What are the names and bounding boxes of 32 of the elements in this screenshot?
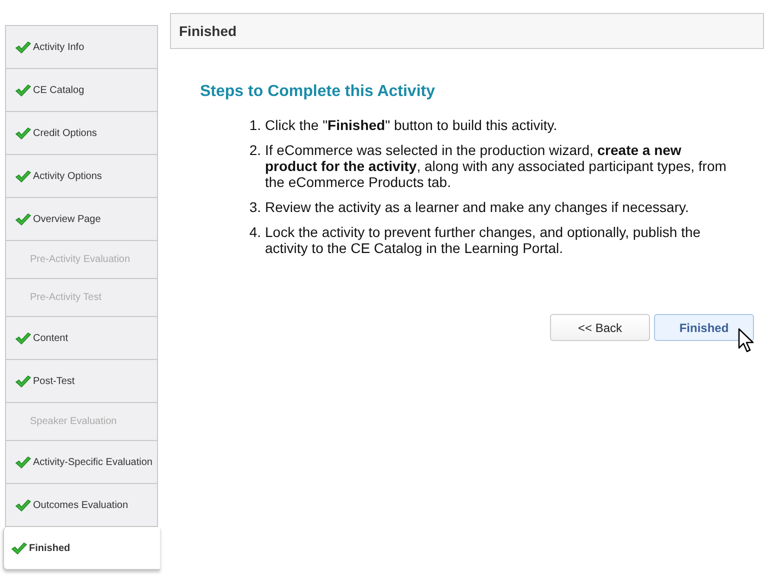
check-icon [15, 456, 31, 468]
check-icon [15, 332, 31, 344]
check-icon [15, 40, 31, 54]
section-heading: Steps to Complete this Activity [200, 83, 436, 101]
wizard-step[interactable]: Activity Options [5, 155, 158, 198]
step-number: 3. [248, 199, 261, 215]
check-icon [15, 126, 31, 140]
wizard-step[interactable]: Finished [3, 527, 160, 570]
check-icon [15, 498, 31, 512]
step-text: Lock the activity to prevent further changes, and optionally, publish the activity to the CE Catalog in the Learning Portal. [265, 224, 702, 256]
finish-button[interactable]: Finished [654, 314, 754, 341]
check-icon [15, 84, 31, 96]
check-icon [15, 212, 31, 226]
check-icon [15, 170, 31, 182]
step-number: 4. [248, 224, 261, 242]
step-number: 1. [248, 117, 261, 133]
wizard-step[interactable]: Activity Info [5, 25, 158, 69]
wizard-step[interactable]: Post-Test [5, 360, 158, 403]
step-text: Review the activity as a learner and make any changes if necessary. [265, 199, 689, 215]
wizard-step[interactable]: Overview Page [5, 198, 158, 241]
wizard-step[interactable]: CE Catalog [5, 69, 158, 112]
back-button[interactable]: << Back [550, 314, 650, 341]
wizard-step[interactable]: Content [5, 317, 158, 360]
wizard-step[interactable]: Activity-Specific Evaluation [5, 441, 158, 484]
wizard-step[interactable]: Credit Options [5, 112, 158, 155]
step-text: If eCommerce was selected in the production wizard, create a new product for the activity, along with any associated participant types, from the eCommerce Products tab. [265, 142, 728, 190]
check-icon [11, 542, 27, 554]
step-number: 2. [248, 142, 261, 160]
wizard-step[interactable]: Outcomes Evaluation [5, 484, 158, 527]
check-icon [15, 374, 31, 388]
step-text: Click the "Finished" button to build this activity. [265, 117, 558, 133]
panel-title: Finished [170, 13, 764, 49]
